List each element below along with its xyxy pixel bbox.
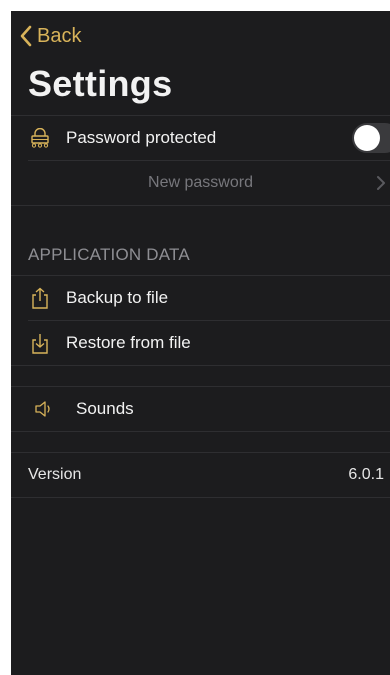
section-header-application-data: APPLICATION DATA: [28, 245, 190, 264]
version-row: Version 6.0.1: [11, 453, 390, 497]
divider: [11, 431, 390, 432]
restore-from-file-label: Restore from file: [66, 333, 191, 352]
version-value: 6.0.1: [348, 466, 384, 483]
share-upload-icon: [29, 287, 51, 309]
lock-icon: [29, 127, 51, 149]
backup-to-file-label: Backup to file: [66, 288, 169, 307]
divider: [11, 497, 390, 498]
version-label: Version: [28, 466, 82, 483]
password-protected-toggle[interactable]: [352, 123, 390, 153]
backup-to-file-row[interactable]: Backup to file: [11, 276, 390, 320]
speaker-icon: [33, 398, 55, 420]
sounds-label: Sounds: [76, 399, 134, 418]
divider: [11, 205, 390, 206]
chevron-left-icon: [20, 25, 32, 47]
download-icon: [29, 332, 51, 354]
new-password-label: New password: [148, 174, 253, 191]
page-title: Settings: [28, 63, 173, 104]
restore-from-file-row[interactable]: Restore from file: [11, 321, 390, 365]
password-protected-label: Password protected: [66, 128, 217, 147]
password-protected-row: Password protected: [11, 116, 390, 160]
divider: [11, 365, 390, 366]
settings-screen: Back Settings Password protected New pas…: [11, 11, 390, 675]
toggle-knob: [354, 125, 380, 151]
sounds-row[interactable]: Sounds: [11, 387, 390, 431]
chevron-right-icon: [377, 176, 385, 190]
back-button[interactable]: Back: [19, 23, 81, 49]
new-password-row[interactable]: New password: [11, 161, 390, 205]
back-label: Back: [37, 24, 82, 47]
